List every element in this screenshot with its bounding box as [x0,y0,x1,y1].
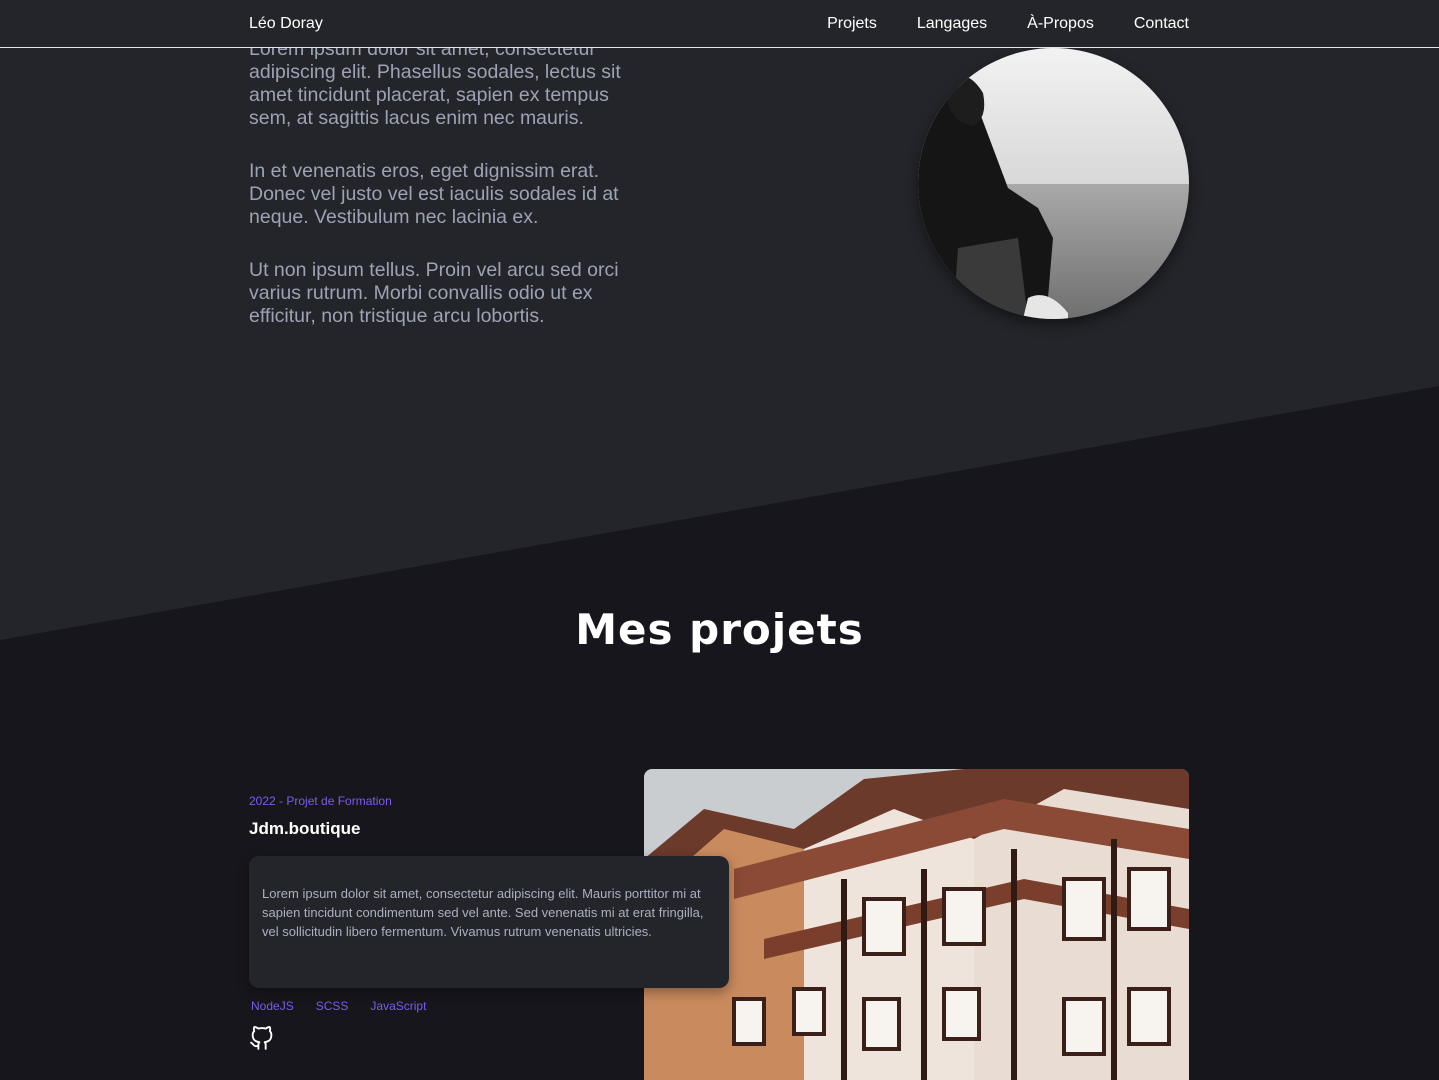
nav-link-projets[interactable]: Projets [827,15,877,33]
nav-link-a-propos[interactable]: À-Propos [1027,15,1094,33]
nav-link-contact[interactable]: Contact [1134,15,1189,33]
github-icon[interactable] [249,1026,274,1051]
site-brand[interactable]: Léo Doray [249,15,323,33]
project-title: Jdm.boutique [249,819,361,838]
profile-photo [918,48,1189,319]
top-navbar: Léo Doray Projets Langages À-Propos Cont… [0,0,1439,48]
about-paragraph: In et venenatis eros, eget dignissim era… [249,160,619,228]
nav-link-langages[interactable]: Langages [917,15,987,33]
project-description: Lorem ipsum dolor sit amet, consectetur … [262,886,704,939]
about-paragraph: Lorem ipsum dolor sit amet, consectetur … [249,38,621,129]
project-tags: NodeJS SCSS JavaScript [251,999,426,1013]
project-meta: 2022 - Projet de Formation [249,794,392,808]
tag-scss: SCSS [315,999,349,1013]
main-nav: Projets Langages À-Propos Contact [827,15,1189,33]
about-text: Lorem ipsum dolor sit amet, consectetur … [249,38,644,358]
tag-javascript: JavaScript [370,999,427,1013]
section-title: Mes projets [575,605,864,654]
about-paragraph: Ut non ipsum tellus. Proin vel arcu sed … [249,259,619,327]
tag-nodejs: NodeJS [251,999,294,1013]
diagonal-background [0,0,1439,640]
project-description-card: Lorem ipsum dolor sit amet, consectetur … [249,856,729,988]
